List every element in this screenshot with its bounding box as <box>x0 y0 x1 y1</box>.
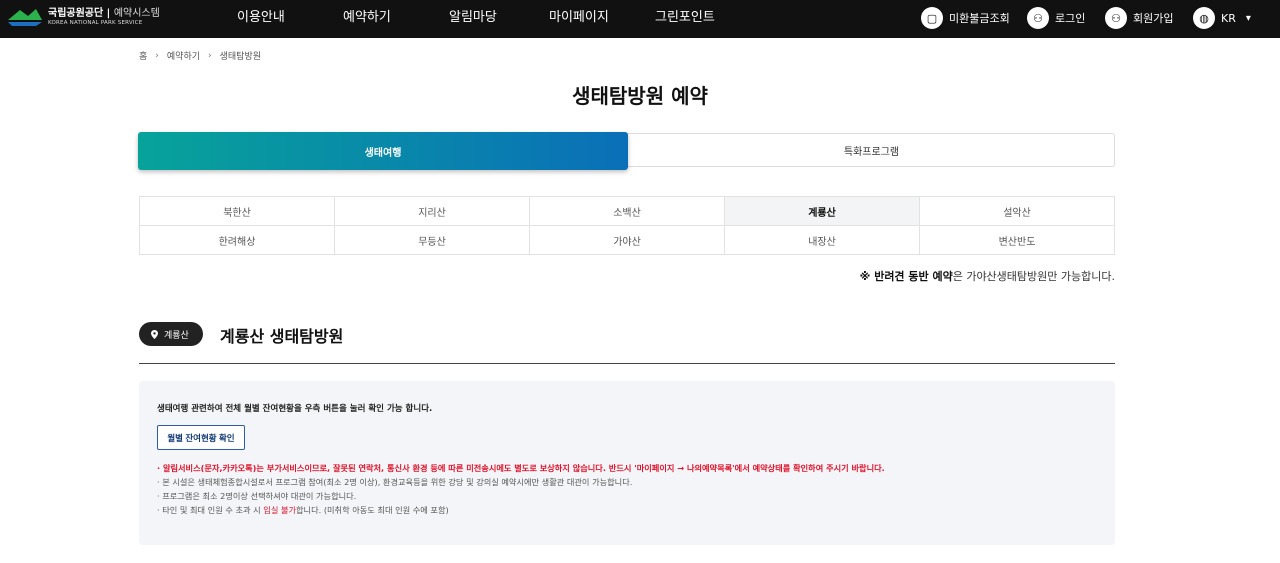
park-jirisan[interactable]: 지리산 <box>335 197 530 226</box>
map-pin-icon <box>151 329 158 339</box>
nav-reservation[interactable]: 예약하기 <box>343 0 391 38</box>
page-title: 생태탐방원 예약 <box>572 84 708 108</box>
park-hallyeohaesang[interactable]: 한려해상 <box>140 226 335 255</box>
notice-item: · 프로그램은 최소 2명이상 선택하셔야 대관이 가능합니다. <box>157 491 357 501</box>
site-logo[interactable]: 국립공원공단 | 예약시스템 KOREA NATIONAL PARK SERVI… <box>6 6 160 30</box>
section-title: 계룡산 생태탐방원 <box>220 327 344 346</box>
login-button[interactable]: ⚇ 로그인 <box>1027 6 1085 30</box>
knps-logo-icon <box>8 9 42 26</box>
notice-item: · 알림서비스(문자,카카오톡)는 부가서비스이므로, 잘못된 연락처, 통신사… <box>157 463 885 473</box>
user-login-icon: ⚇ <box>1027 7 1049 29</box>
notice-item: · 본 시설은 생태체험종합시설로서 프로그램 참여(최소 2명 이상), 환경… <box>157 477 633 487</box>
park-gayasan[interactable]: 가야산 <box>530 226 725 255</box>
refund-lookup-button[interactable]: ▢ 미환불금조회 <box>921 6 1010 30</box>
notice-item: · 타인 및 최대 인원 수 초과 시 입실 불가합니다. (미취학 아동도 최… <box>157 505 449 515</box>
info-intro: 생태여행 관련하여 전체 월별 잔여현황을 우측 버튼을 눌러 확인 가능 합니… <box>157 404 433 414</box>
divider <box>139 363 1115 364</box>
park-sobaeksan[interactable]: 소백산 <box>530 197 725 226</box>
user-add-icon: ⚇ <box>1105 7 1127 29</box>
park-byeonsanbando[interactable]: 변산반도 <box>920 226 1115 255</box>
logo-sub: 예약시스템 <box>113 8 160 20</box>
park-gyeryongsan[interactable]: 계룡산 <box>725 197 920 226</box>
language-select[interactable]: ◍ KR ▾ <box>1193 6 1251 30</box>
location-badge: 계룡산 <box>139 322 203 346</box>
tab-special-program[interactable]: 특화프로그램 <box>628 134 1115 166</box>
logo-english: KOREA NATIONAL PARK SERVICE <box>48 20 143 27</box>
monthly-availability-button[interactable]: 월별 잔여현황 확인 <box>157 425 245 450</box>
program-tabs: 생태여행 특화프로그램 <box>138 132 1115 170</box>
chevron-right-icon: › <box>208 50 212 61</box>
park-seoraksan[interactable]: 설악산 <box>920 197 1115 226</box>
nav-greenpoint[interactable]: 그린포인트 <box>655 0 715 38</box>
tab-eco-travel[interactable]: 생태여행 <box>138 132 628 170</box>
park-selector: 북한산 지리산 소백산 계룡산 설악산 한려해상 무등산 가야산 내장산 변산반… <box>139 196 1115 255</box>
park-mudeungsan[interactable]: 무등산 <box>335 226 530 255</box>
breadcrumb-home[interactable]: 홈 <box>139 49 147 62</box>
signup-button[interactable]: ⚇ 회원가입 <box>1105 6 1173 30</box>
nav-guide[interactable]: 이용안내 <box>237 0 285 38</box>
chevron-down-icon: ▾ <box>1245 12 1251 24</box>
logo-name: 국립공원공단 <box>48 8 104 20</box>
pet-notice: ※ 반려견 동반 예약은 가야산생태탐방원만 가능합니다. <box>859 270 1115 283</box>
breadcrumb-current: 생태탐방원 <box>219 52 262 62</box>
top-header: 국립공원공단 | 예약시스템 KOREA NATIONAL PARK SERVI… <box>0 0 1280 38</box>
globe-icon: ◍ <box>1193 7 1215 29</box>
document-search-icon: ▢ <box>921 7 943 29</box>
chevron-right-icon: › <box>155 50 159 61</box>
info-box: 생태여행 관련하여 전체 월별 잔여현황을 우측 버튼을 눌러 확인 가능 합니… <box>139 381 1115 545</box>
breadcrumb: 홈 › 예약하기 › 생태탐방원 <box>139 49 262 63</box>
nav-mypage[interactable]: 마이페이지 <box>549 0 609 38</box>
park-naejangsan[interactable]: 내장산 <box>725 226 920 255</box>
park-bukhansan[interactable]: 북한산 <box>140 197 335 226</box>
nav-notice[interactable]: 알림마당 <box>449 0 497 38</box>
breadcrumb-reservation[interactable]: 예약하기 <box>167 49 200 62</box>
info-notes: · 알림서비스(문자,카카오톡)는 부가서비스이므로, 잘못된 연락처, 통신사… <box>157 461 885 517</box>
